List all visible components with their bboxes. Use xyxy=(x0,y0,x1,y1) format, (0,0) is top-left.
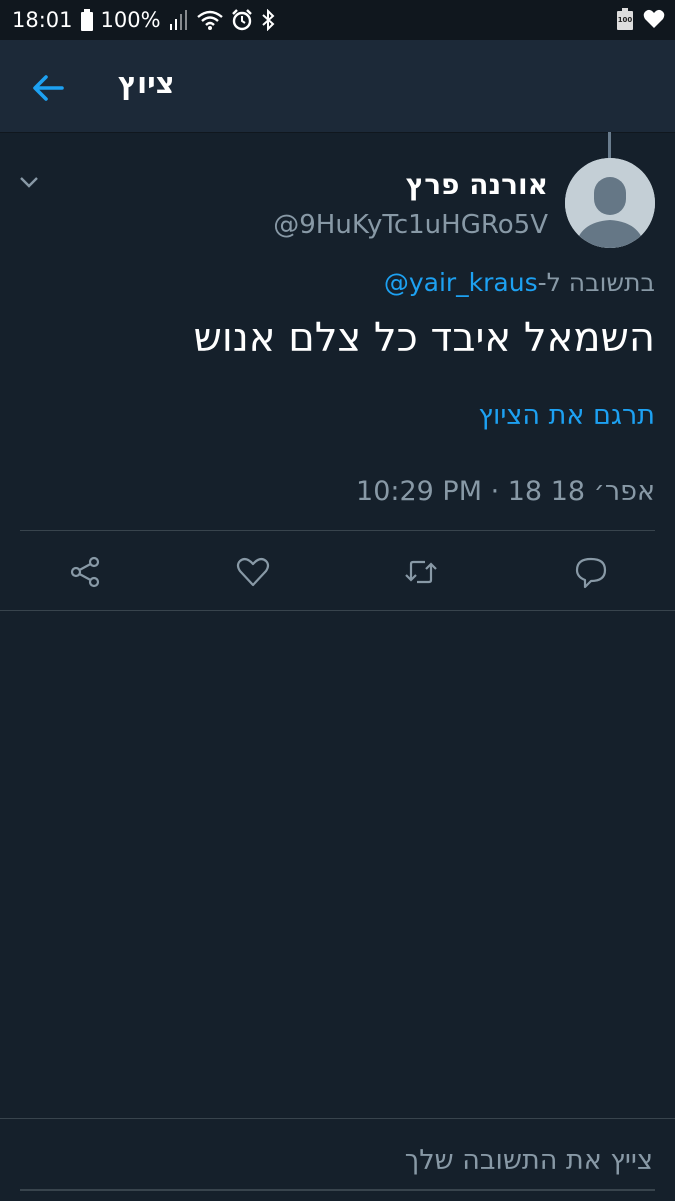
alarm-icon xyxy=(231,9,252,31)
status-right: 100 xyxy=(617,8,665,30)
status-bar: 18:01 100% 100 xyxy=(0,0,675,40)
like-icon[interactable] xyxy=(235,554,271,590)
heart-status-icon xyxy=(643,9,665,28)
share-icon[interactable] xyxy=(67,554,103,590)
reply-mention-link[interactable]: @yair_kraus xyxy=(384,268,538,297)
reply-context: בתשובה ל-@yair_kraus xyxy=(384,268,655,297)
author-handle[interactable]: @9HuKyTc1uHGRo5V xyxy=(273,210,548,240)
avatar[interactable] xyxy=(565,158,655,248)
thread-connector xyxy=(608,132,611,158)
reply-input[interactable] xyxy=(20,1137,655,1183)
battery-badge: 100 xyxy=(617,16,633,24)
comment-icon[interactable] xyxy=(573,554,609,590)
tweet-text: השמאל איבד כל צלם אנוש xyxy=(193,315,655,361)
retweet-icon[interactable] xyxy=(403,554,439,590)
back-arrow-icon[interactable] xyxy=(30,70,66,106)
bluetooth-icon xyxy=(261,9,275,31)
app-bar: ציוץ xyxy=(0,40,675,133)
page-title: ציוץ xyxy=(118,66,175,100)
signal-icon xyxy=(169,10,187,30)
author-name[interactable]: אורנה פרץ xyxy=(406,168,548,201)
divider xyxy=(20,530,655,531)
wifi-icon xyxy=(196,10,223,30)
reply-prefix: בתשובה ל- xyxy=(537,268,655,297)
translate-tweet-link[interactable]: תרגם את הציוץ xyxy=(478,400,655,431)
default-avatar-icon xyxy=(565,158,655,248)
chevron-down-icon[interactable] xyxy=(18,174,40,190)
tweet-actions xyxy=(0,548,675,594)
battery-100-icon: 100 xyxy=(617,8,633,30)
tweet-timestamp: 10:29 PM · 18 אפר׳ 18 xyxy=(356,476,655,507)
status-left: 18:01 100% xyxy=(12,8,275,32)
clock: 18:01 xyxy=(12,8,73,32)
input-underline xyxy=(20,1189,655,1191)
divider xyxy=(0,610,675,611)
battery-percent: 100% xyxy=(100,8,161,32)
battery-icon xyxy=(80,9,93,31)
reply-composer xyxy=(0,1118,675,1201)
